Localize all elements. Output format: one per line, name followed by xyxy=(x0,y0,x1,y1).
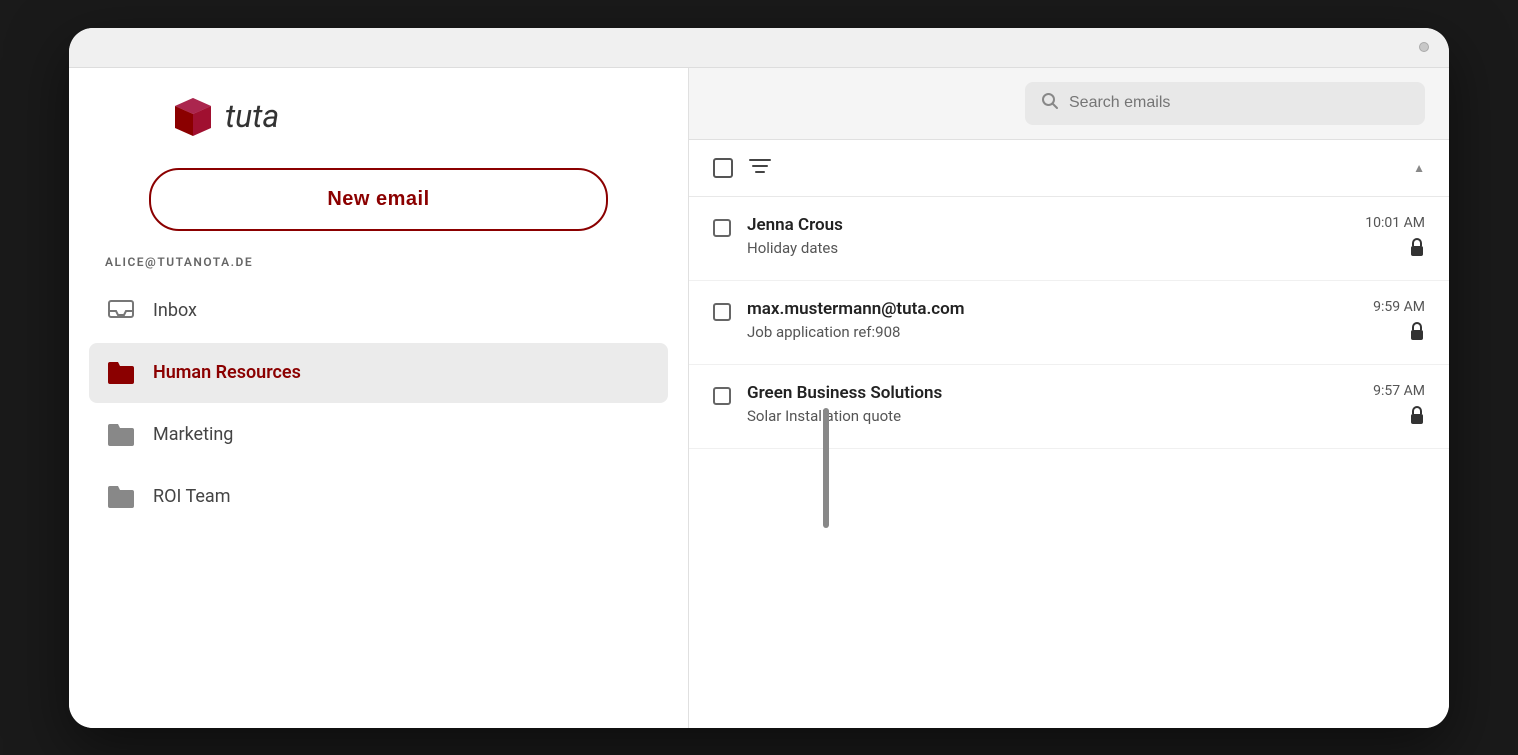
filter-icon[interactable] xyxy=(749,156,771,180)
email-item-2[interactable]: Green Business Solutions Solar Installat… xyxy=(689,365,1449,449)
top-bar xyxy=(69,28,1449,68)
email-sender-1: max.mustermann@tuta.com xyxy=(747,299,1357,319)
email-sender-0: Jenna Crous xyxy=(747,215,1349,235)
sidebar: tuta New email ALICE@TUTANOTA.DE Inbox xyxy=(69,68,689,728)
roi-team-folder-icon xyxy=(105,481,137,513)
lock-icon-2 xyxy=(1409,405,1425,430)
tuta-logo-icon xyxy=(169,92,217,140)
logo-text: tuta xyxy=(225,97,279,135)
account-label: ALICE@TUTANOTA.DE xyxy=(89,255,668,281)
lock-icon-1 xyxy=(1409,321,1425,346)
email-checkbox-0[interactable] xyxy=(713,219,731,237)
inbox-label: Inbox xyxy=(153,300,197,321)
email-body-1: max.mustermann@tuta.com Job application … xyxy=(747,299,1357,341)
search-input[interactable] xyxy=(1069,94,1409,112)
main-content: ▲ Jenna Crous Holiday dates 10:01 AM xyxy=(689,68,1449,728)
device-frame: tuta New email ALICE@TUTANOTA.DE Inbox xyxy=(69,28,1449,728)
sidebar-item-human-resources[interactable]: Human Resources xyxy=(89,343,668,403)
marketing-label: Marketing xyxy=(153,424,233,445)
email-subject-1: Job application ref:908 xyxy=(747,323,1357,341)
sidebar-scrollbar[interactable] xyxy=(823,408,829,528)
email-sender-2: Green Business Solutions xyxy=(747,383,1357,403)
email-list-toolbar: ▲ xyxy=(689,140,1449,197)
email-item-0[interactable]: Jenna Crous Holiday dates 10:01 AM xyxy=(689,197,1449,281)
select-all-checkbox[interactable] xyxy=(713,158,733,178)
inbox-icon xyxy=(105,295,137,327)
email-meta-2: 9:57 AM xyxy=(1373,383,1425,430)
email-time-2: 9:57 AM xyxy=(1373,383,1425,399)
lock-icon-0 xyxy=(1409,237,1425,262)
human-resources-folder-icon xyxy=(105,357,137,389)
email-meta-0: 10:01 AM xyxy=(1365,215,1425,262)
app-container: tuta New email ALICE@TUTANOTA.DE Inbox xyxy=(69,68,1449,728)
email-list: Jenna Crous Holiday dates 10:01 AM xyxy=(689,197,1449,728)
email-body-0: Jenna Crous Holiday dates xyxy=(747,215,1349,257)
email-checkbox-1[interactable] xyxy=(713,303,731,321)
email-checkbox-2[interactable] xyxy=(713,387,731,405)
email-item-1[interactable]: max.mustermann@tuta.com Job application … xyxy=(689,281,1449,365)
sort-indicator: ▲ xyxy=(1413,161,1425,175)
search-bar[interactable] xyxy=(1025,82,1425,125)
marketing-folder-icon xyxy=(105,419,137,451)
email-time-1: 9:59 AM xyxy=(1373,299,1425,315)
new-email-button[interactable]: New email xyxy=(149,168,608,231)
email-time-0: 10:01 AM xyxy=(1365,215,1425,231)
email-body-2: Green Business Solutions Solar Installat… xyxy=(747,383,1357,425)
main-header xyxy=(689,68,1449,140)
search-icon xyxy=(1041,92,1059,115)
roi-team-label: ROI Team xyxy=(153,486,230,507)
email-meta-1: 9:59 AM xyxy=(1373,299,1425,346)
email-subject-2: Solar Installation quote xyxy=(747,407,1357,425)
logo-area: tuta xyxy=(89,92,668,140)
sidebar-item-roi-team[interactable]: ROI Team xyxy=(89,467,668,527)
nav-list: Inbox Human Resources xyxy=(89,281,668,728)
sidebar-item-inbox[interactable]: Inbox xyxy=(89,281,668,341)
sidebar-item-marketing[interactable]: Marketing xyxy=(89,405,668,465)
email-subject-0: Holiday dates xyxy=(747,239,1349,257)
human-resources-label: Human Resources xyxy=(153,362,301,383)
camera-dot xyxy=(1419,42,1429,52)
